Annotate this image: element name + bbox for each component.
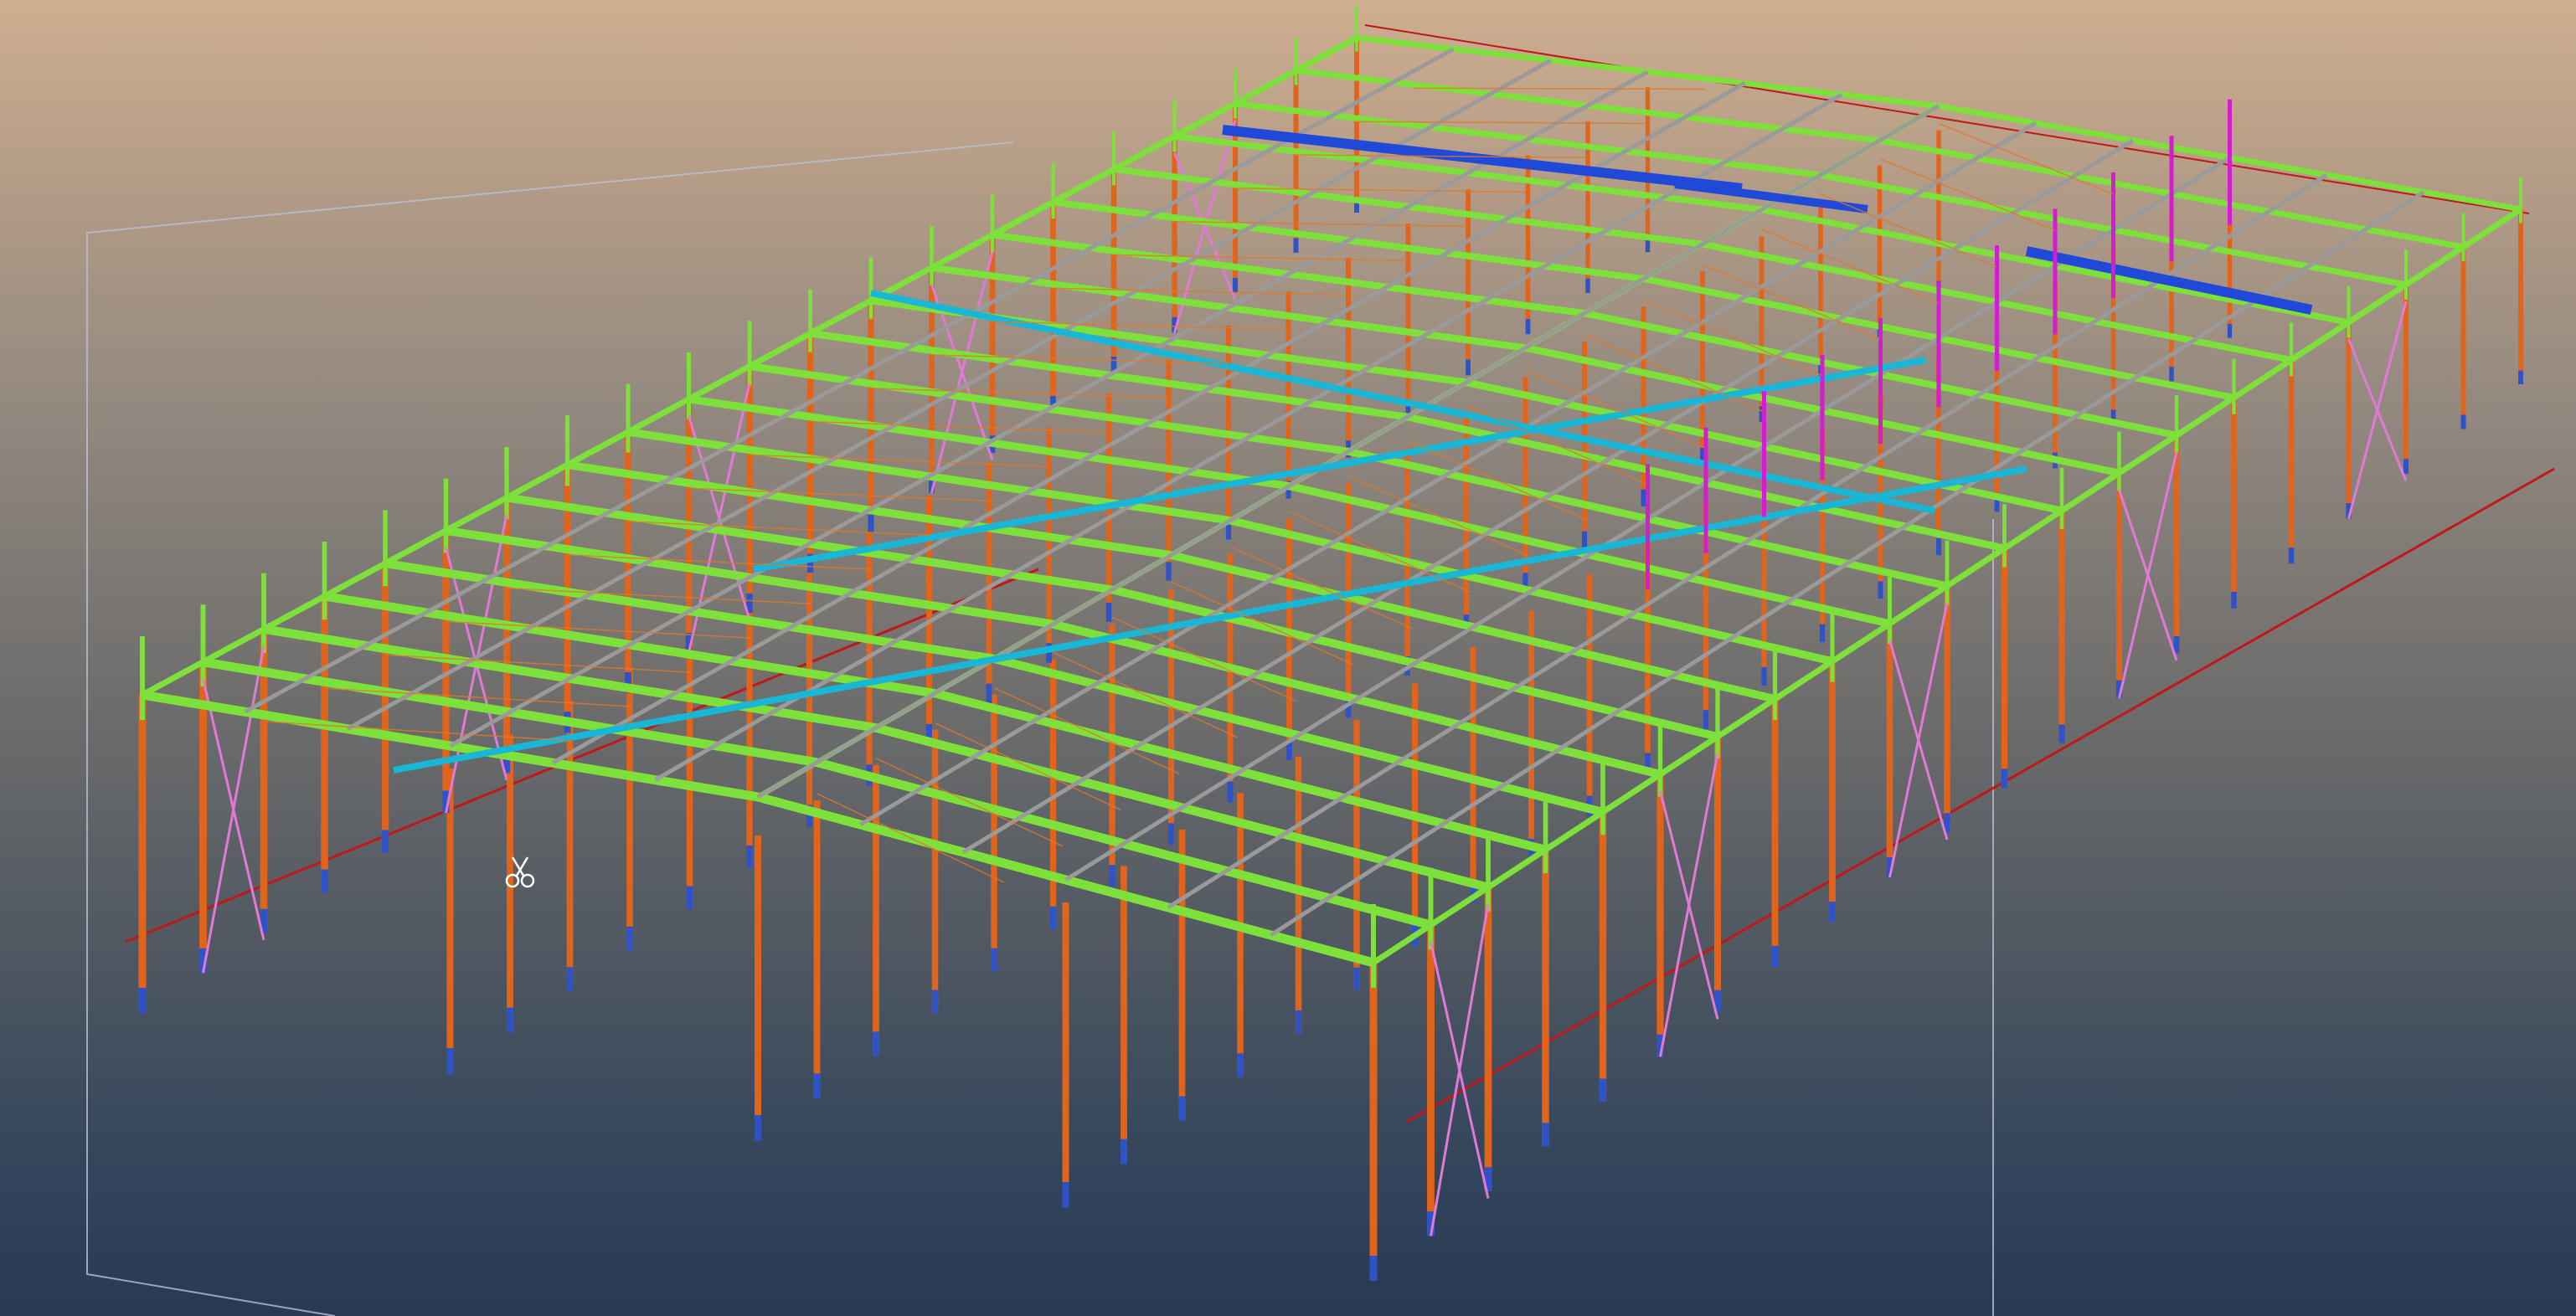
x-brace	[1888, 602, 1949, 878]
model-viewport[interactable]	[0, 0, 2576, 1316]
purlin	[244, 47, 1455, 714]
tie-rod	[507, 587, 811, 604]
tie-rod	[748, 454, 1049, 467]
purlin	[1270, 190, 2425, 938]
tie-rod	[688, 487, 990, 501]
x-brace	[1659, 753, 1719, 1057]
blue-beam	[1222, 125, 1743, 193]
x-brace	[2118, 451, 2178, 699]
scissors-handle	[520, 873, 535, 888]
x-brace	[202, 645, 265, 974]
braces	[202, 120, 2408, 1236]
purlin	[1167, 172, 2328, 910]
x-brace	[1430, 903, 1490, 1236]
structural-model[interactable]	[0, 0, 2576, 1316]
rod	[1364, 24, 2530, 214]
x-brace	[2347, 301, 2408, 519]
tie-rod	[627, 521, 930, 536]
rafters	[141, 34, 2522, 968]
